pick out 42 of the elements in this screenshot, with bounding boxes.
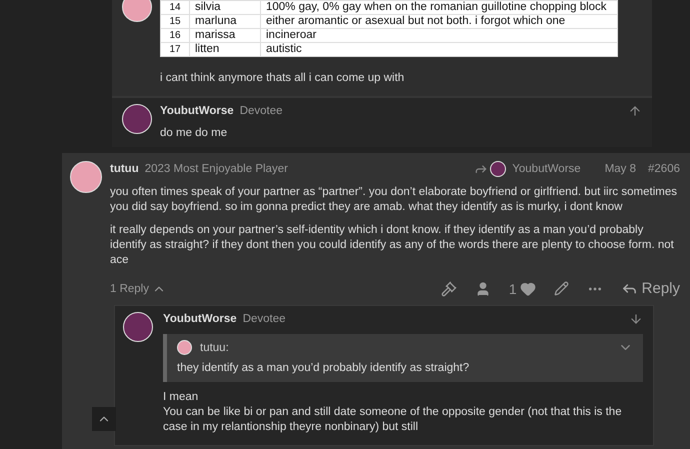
user-icon[interactable] [474, 280, 491, 296]
table-cell: marluna [190, 14, 260, 28]
username[interactable]: YoubutWorse [163, 313, 237, 325]
post-paragraph: it really depends on your partner’s self-identity which i dont know. if they identify as a man you’d probably identify as straight? if they dont then you could identify as any of the words there are plenty to choose form. not ace [110, 223, 675, 268]
row-number: 17 [160, 42, 190, 56]
table-cell: incineroar [260, 28, 618, 42]
post-text: I mean [163, 390, 200, 405]
row-number: 15 [160, 14, 190, 28]
username[interactable]: YoubutWorse [160, 105, 234, 117]
reply-to-username[interactable]: YoubutWorse [512, 163, 581, 175]
like-button[interactable]: 1 [508, 280, 536, 296]
post-text: You can be like bi or pan and still date someone of the opposite gender (not that this is the case in my relantionship theyre nonbinary) but still [163, 405, 623, 435]
avatar[interactable] [122, 0, 152, 22]
row-number: 16 [160, 28, 190, 42]
user-title: 2023 Most Enjoyable Player [144, 163, 288, 175]
pencil-icon[interactable] [554, 281, 569, 296]
table-cell: either aromantic or asexual but not both. i forgot which one [260, 14, 618, 28]
table-cell: litten [190, 42, 260, 56]
table-cell: autistic [260, 42, 618, 56]
avatar[interactable] [122, 104, 152, 134]
table-cell: marissa [190, 28, 260, 42]
table-cell: 100% gay, 0% gay when on the romanian guillotine chopping block [260, 0, 618, 14]
reply-button[interactable]: Reply [620, 280, 680, 297]
post-number[interactable]: #2606 [648, 163, 680, 175]
quote-text: they identify as a man you’d probably identify as straight? [177, 361, 470, 376]
gavel-icon[interactable] [440, 280, 457, 296]
avatar[interactable] [70, 161, 102, 193]
username[interactable]: tutuu [110, 163, 139, 175]
post-date[interactable]: May 8 [604, 163, 636, 175]
table-cell: silvia [190, 0, 260, 14]
avatar[interactable] [123, 312, 153, 342]
avatar [177, 340, 192, 355]
user-title: Devotee [240, 105, 283, 117]
post-text: i cant think anymore thats all i can come up with [160, 71, 406, 86]
scroll-to-top-button[interactable] [92, 407, 116, 431]
avatar[interactable] [490, 161, 506, 177]
user-title: Devotee [242, 313, 286, 325]
row-number: 14 [160, 0, 190, 14]
post-text: do me do me [160, 126, 228, 141]
replies-toggle[interactable]: 1 Reply [110, 282, 166, 296]
quote-author: tutuu: [200, 342, 229, 354]
post-paragraph: you often times speak of your partner as “partner”. you don’t elaborate boyfriend or girlfriend. but iirc sometimes you did say boyfriend. so im gonna predict they are amab. what they identify as is murky, i dont know [110, 185, 678, 215]
